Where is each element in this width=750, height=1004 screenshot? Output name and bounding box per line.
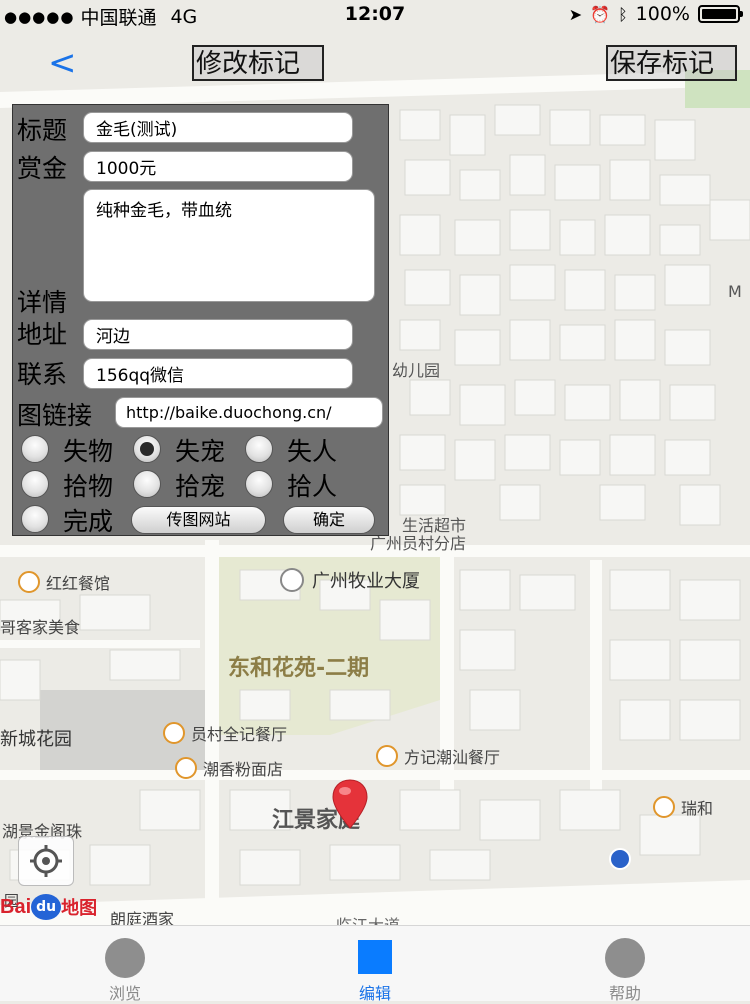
map-label-honghong: 红红餐馆 (46, 574, 111, 593)
location-pin-icon[interactable] (330, 778, 370, 830)
map-label-ruihe: 瑞和 (681, 799, 714, 818)
map-label-kindergarten: 幼儿园 (392, 361, 441, 380)
reward-label: 赏金 (17, 154, 68, 183)
building-icon (280, 568, 304, 592)
radio-found-item-label: 拾物 (63, 472, 114, 501)
radio-lost-item[interactable] (21, 435, 49, 463)
radio-found-item[interactable] (21, 470, 49, 498)
map-label-fangji: 方记潮汕餐厅 (404, 748, 501, 767)
map-label-hakka: 哥客家美食 (0, 618, 81, 637)
edit-icon (358, 940, 392, 974)
map-label-tingjiujia: 朗庭酒家 (110, 910, 175, 925)
map-poi-fangji[interactable]: 方记潮汕餐厅 (376, 744, 500, 768)
contact-label: 联系 (17, 360, 68, 389)
upload-image-site-button[interactable]: 传图网站 (131, 506, 266, 534)
restaurant-icon (653, 796, 675, 818)
battery-icon (698, 5, 743, 23)
map-label-chaoxiang: 潮香粉面店 (203, 760, 284, 779)
contact-field[interactable]: 156qq微信 (83, 358, 353, 389)
title-label: 标题 (17, 116, 68, 145)
alarm-icon: ⏰ (590, 4, 611, 24)
status-bar: ●●●●● 中国联通 4G 12:07 ➤ ⏰ ᛒ 100% (0, 0, 750, 30)
confirm-button[interactable]: 确定 (283, 506, 375, 534)
radio-found-pet[interactable] (133, 470, 161, 498)
detail-label: 详情 (17, 288, 68, 317)
radio-lost-item-label: 失物 (63, 437, 114, 466)
radio-found-person-label: 拾人 (287, 472, 338, 501)
map-label-road: 临江大道 (336, 912, 400, 925)
crosshair-icon (30, 845, 62, 877)
battery-percent: 100% (635, 3, 690, 25)
map-label-quanji: 员村全记餐厅 (191, 725, 288, 744)
restaurant-icon (18, 571, 40, 593)
map-poi-building[interactable]: 广州牧业大厦 (280, 567, 420, 593)
save-marker-button[interactable]: 保存标记 (606, 45, 737, 81)
tab-browse[interactable]: 浏览 (65, 926, 185, 1003)
tab-edit-label: 编辑 (358, 984, 391, 1003)
radio-found-pet-label: 拾宠 (175, 472, 226, 501)
map-label-building: 广州牧业大厦 (312, 571, 420, 592)
bus-stop-icon[interactable] (609, 848, 631, 870)
radio-lost-person-label: 失人 (287, 437, 338, 466)
radio-lost-pet[interactable] (133, 435, 161, 463)
locate-me-button[interactable] (18, 836, 74, 886)
browse-icon (105, 938, 145, 978)
image-link-label: 图链接 (17, 401, 93, 430)
back-button[interactable]: < (48, 46, 77, 80)
map-label-donghe: 东和花苑-二期 (228, 656, 370, 681)
title-field[interactable]: 金毛(测试) (83, 112, 353, 143)
modify-marker-button[interactable]: 修改标记 (192, 45, 324, 81)
image-link-field[interactable]: http://baike.duochong.cn/ (115, 397, 383, 428)
map-poi-ruihe[interactable]: 瑞和 (653, 795, 713, 819)
reward-field[interactable]: 1000元 (83, 151, 353, 182)
address-field[interactable]: 河边 (83, 319, 353, 350)
map-poi-chaoxiang[interactable]: 潮香粉面店 (175, 756, 283, 780)
map-label-edge: M (728, 282, 742, 301)
tab-help-label: 帮助 (608, 984, 641, 1003)
baidu-map-logo: Bai du 地图 (0, 894, 98, 920)
tab-help[interactable]: 帮助 (565, 926, 685, 1003)
radio-lost-pet-label: 失宠 (175, 437, 226, 466)
tab-browse-label: 浏览 (108, 984, 141, 1003)
radio-found-person[interactable] (245, 470, 273, 498)
tab-edit[interactable]: 编辑 (315, 926, 435, 1003)
marker-edit-form: 标题 金毛(测试) 赏金 1000元 详情 纯种金毛，带血统 地址 河边 联系 … (12, 104, 389, 536)
radio-done[interactable] (21, 505, 49, 533)
bluetooth-icon: ᛒ (618, 4, 628, 24)
radio-done-label: 完成 (63, 507, 114, 536)
radio-lost-person[interactable] (245, 435, 273, 463)
tab-bar: 浏览 编辑 帮助 (0, 925, 750, 1003)
map-poi-honghong[interactable]: 红红餐馆 (18, 570, 110, 594)
location-arrow-icon: ➤ (568, 4, 583, 24)
restaurant-icon (376, 745, 398, 767)
help-icon (605, 938, 645, 978)
map-poi-quanji[interactable]: 员村全记餐厅 (163, 721, 287, 745)
restaurant-icon (163, 722, 185, 744)
detail-textarea[interactable]: 纯种金毛，带血统 (83, 189, 375, 302)
address-label: 地址 (17, 320, 68, 349)
map-label-xincheng: 新城花园 (0, 729, 72, 750)
restaurant-icon (175, 757, 197, 779)
